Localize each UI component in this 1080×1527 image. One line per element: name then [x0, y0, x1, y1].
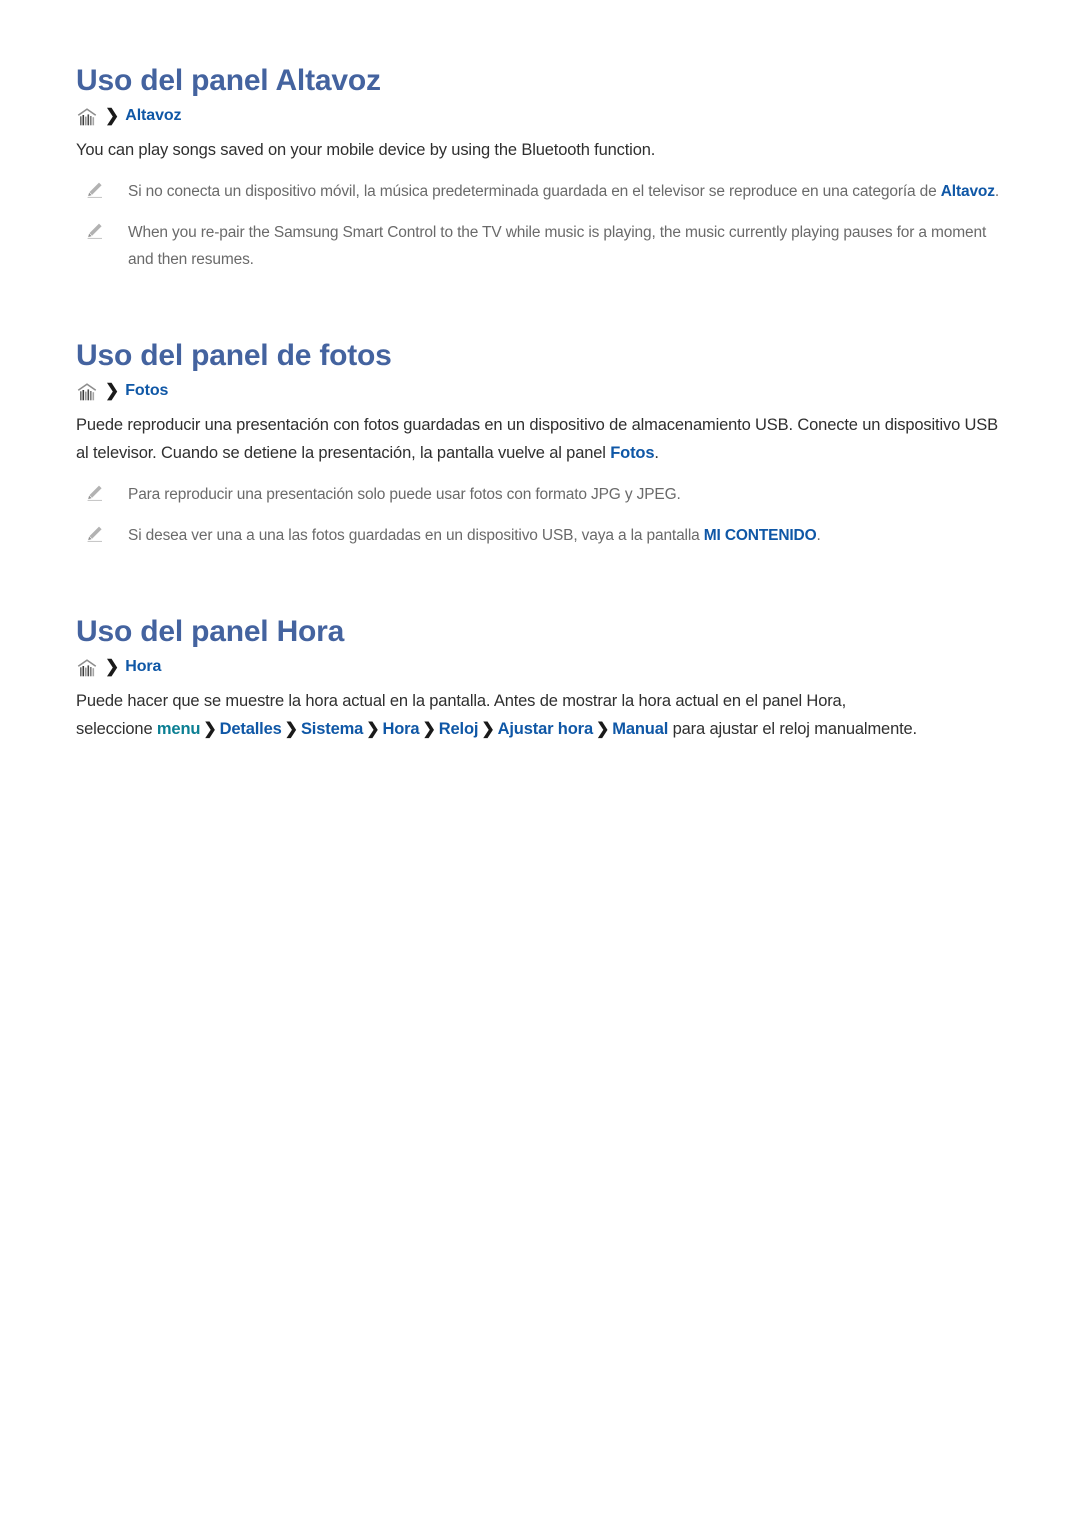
breadcrumb-photos: ❯ Fotos: [76, 381, 1008, 401]
note-text-before: Si no conecta un dispositivo móvil, la m…: [128, 183, 941, 200]
menu-path-step-sistema[interactable]: Sistema: [301, 720, 363, 738]
pencil-icon: [86, 181, 104, 199]
manual-page: Uso del panel Altavoz ❯ Altavoz You can …: [0, 0, 1080, 1527]
intro-paragraph-photos: Puede reproducir una presentación con fo…: [76, 411, 1008, 467]
menu-path-step-reloj[interactable]: Reloj: [439, 720, 479, 738]
chevron-right-icon: ❯: [422, 721, 436, 738]
note-text-after: .: [816, 527, 821, 544]
menu-path-step-hora[interactable]: Hora: [382, 720, 419, 738]
note-item: When you re-pair the Samsung Smart Contr…: [76, 219, 1008, 273]
menu-path-step-detalles[interactable]: Detalles: [220, 720, 282, 738]
menu-path-step-ajustar-hora[interactable]: Ajustar hora: [498, 720, 594, 738]
chevron-right-icon: ❯: [595, 721, 610, 738]
menu-path-step-manual[interactable]: Manual: [612, 720, 668, 738]
note-text-before: Si desea ver una a una las fotos guardad…: [128, 527, 704, 544]
paragraph-line-1: Puede hacer que se muestre la hora actua…: [76, 692, 847, 710]
keyword-mi-contenido[interactable]: MI CONTENIDO: [704, 527, 817, 544]
pencil-icon: [86, 222, 104, 240]
breadcrumb-item-hora[interactable]: Hora: [125, 657, 161, 677]
menu-path: menu ❯ Detalles ❯ Sistema ❯ Hora ❯ Reloj ❯ Ajustar…: [157, 720, 668, 738]
section-time: Uso del panel Hora ❯ Hora Puede hacer qu…: [76, 613, 1008, 744]
chevron-right-icon: ❯: [105, 657, 120, 676]
smart-hub-icon: [76, 382, 98, 402]
note-text: Si no conecta un dispositivo móvil, la m…: [128, 178, 999, 205]
intro-paragraph-time: Puede hacer que se muestre la hora actua…: [76, 687, 1008, 744]
chevron-right-icon: ❯: [366, 721, 380, 738]
breadcrumb-speaker: ❯ Altavoz: [76, 106, 1008, 126]
breadcrumb-item-altavoz[interactable]: Altavoz: [125, 106, 181, 126]
note-item: Si desea ver una a una las fotos guardad…: [76, 522, 1008, 549]
breadcrumb-time: ❯ Hora: [76, 657, 1008, 677]
keyword-fotos[interactable]: Fotos: [610, 444, 654, 462]
page-title-photos: Uso del panel de fotos: [76, 339, 392, 372]
page-title-speaker: Uso del panel Altavoz: [76, 64, 381, 97]
breadcrumb-item-fotos[interactable]: Fotos: [125, 381, 168, 401]
note-item: Para reproducir una presentación solo pu…: [76, 481, 1008, 508]
chevron-right-icon: ❯: [284, 721, 298, 738]
note-item: Si no conecta un dispositivo móvil, la m…: [76, 178, 1008, 205]
pencil-icon: [86, 484, 104, 502]
menu-path-step-menu[interactable]: menu: [157, 720, 201, 738]
section-photos: Uso del panel de fotos ❯ Fotos Puede rep…: [76, 337, 1008, 549]
note-text: Si desea ver una a una las fotos guardad…: [128, 522, 821, 549]
note-text: Para reproducir una presentación solo pu…: [128, 486, 681, 503]
paragraph-text-after: .: [654, 444, 659, 462]
paragraph-line-2-prefix: seleccione: [76, 720, 157, 738]
paragraph-line-2-suffix: para ajustar el reloj manualmente.: [668, 720, 918, 738]
intro-paragraph-speaker: You can play songs saved on your mobile …: [76, 141, 656, 159]
smart-hub-icon: [76, 107, 98, 127]
chevron-right-icon: ❯: [105, 381, 120, 400]
smart-hub-icon: [76, 658, 98, 678]
note-text: When you re-pair the Samsung Smart Contr…: [128, 224, 987, 268]
page-title-time: Uso del panel Hora: [76, 615, 345, 648]
paragraph-text-before: Puede reproducir una presentación con fo…: [76, 416, 999, 462]
section-speaker: Uso del panel Altavoz ❯ Altavoz You can …: [76, 62, 1008, 273]
chevron-right-icon: ❯: [105, 106, 120, 125]
pencil-icon: [86, 525, 104, 543]
chevron-right-icon: ❯: [203, 721, 217, 738]
keyword-altavoz[interactable]: Altavoz: [941, 183, 995, 200]
chevron-right-icon: ❯: [481, 721, 495, 738]
note-text-after: .: [994, 183, 1000, 200]
